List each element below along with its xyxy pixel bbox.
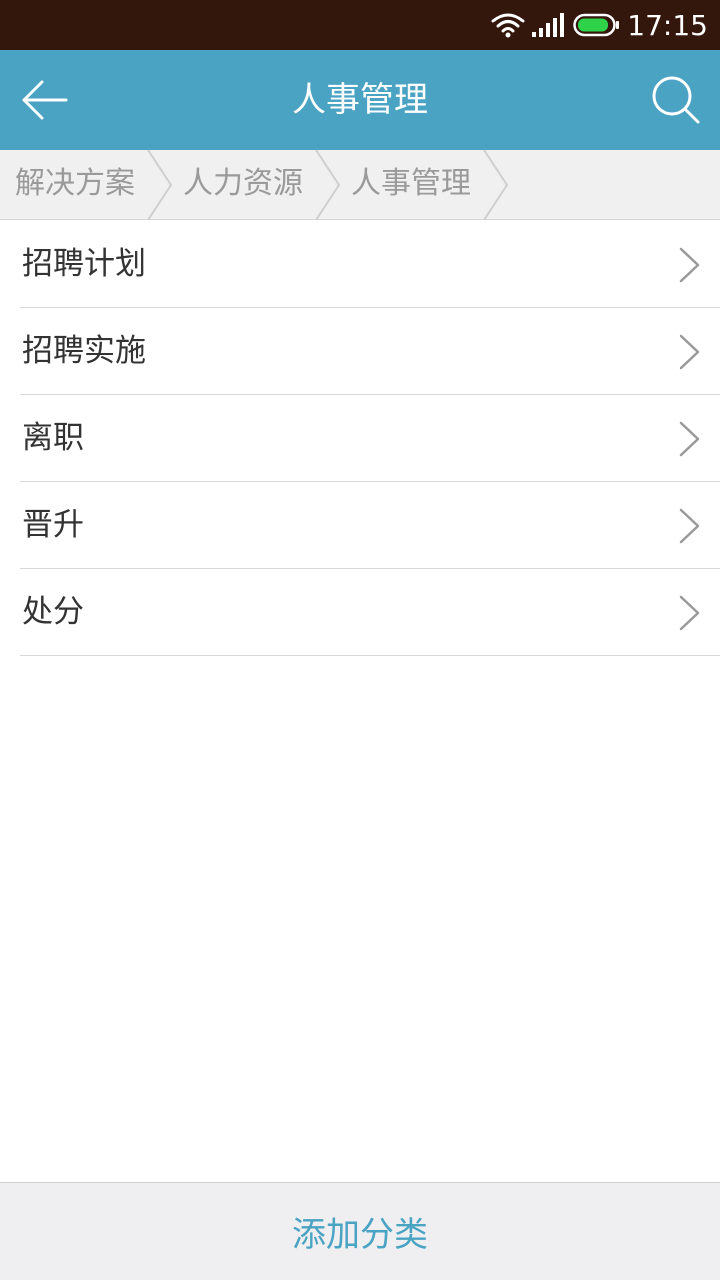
- list-item-label: 晋升: [22, 507, 84, 543]
- list-item-resignation[interactable]: 离职: [20, 395, 720, 482]
- battery-icon: [573, 13, 621, 37]
- chevron-right-icon: [679, 595, 700, 631]
- chevron-right-icon: [679, 421, 700, 457]
- list-item-recruitment-plan[interactable]: 招聘计划: [20, 221, 720, 308]
- breadcrumb-item-personnel[interactable]: 人事管理: [351, 150, 471, 220]
- header: 人事管理: [0, 50, 720, 150]
- breadcrumb-separator-icon: [147, 150, 173, 220]
- chevron-right-icon: [679, 508, 700, 544]
- chevron-right-icon: [679, 334, 700, 370]
- list-item-label: 招聘实施: [22, 333, 146, 369]
- list-item-label: 招聘计划: [22, 246, 146, 282]
- breadcrumb-item-hr[interactable]: 人力资源: [183, 150, 303, 220]
- add-category-button[interactable]: 添加分类: [0, 1182, 720, 1280]
- add-category-label: 添加分类: [292, 1215, 428, 1255]
- breadcrumb-separator-icon: [315, 150, 341, 220]
- breadcrumb-separator-icon: [483, 150, 509, 220]
- wifi-icon: [491, 12, 525, 38]
- status-time: 17:15: [627, 8, 708, 42]
- list-item-discipline[interactable]: 处分: [20, 569, 720, 656]
- list-item-label: 离职: [22, 420, 84, 456]
- chevron-right-icon: [679, 247, 700, 283]
- page-title: 人事管理: [292, 80, 428, 120]
- list-item-label: 处分: [22, 594, 84, 630]
- signal-icon: [531, 12, 567, 38]
- list-item-promotion[interactable]: 晋升: [20, 482, 720, 569]
- search-button[interactable]: [646, 70, 706, 130]
- screen: 17:15 人事管理 解决方案 人力资源 人事管理 招聘计划 招聘实施 离职 晋…: [0, 0, 720, 1280]
- breadcrumb: 解决方案 人力资源 人事管理: [0, 150, 720, 220]
- list-item-recruitment-execution[interactable]: 招聘实施: [20, 308, 720, 395]
- search-icon: [652, 76, 700, 124]
- status-bar: 17:15: [0, 0, 720, 50]
- category-list: 招聘计划 招聘实施 离职 晋升 处分: [0, 221, 720, 656]
- breadcrumb-item-solutions[interactable]: 解决方案: [15, 150, 135, 220]
